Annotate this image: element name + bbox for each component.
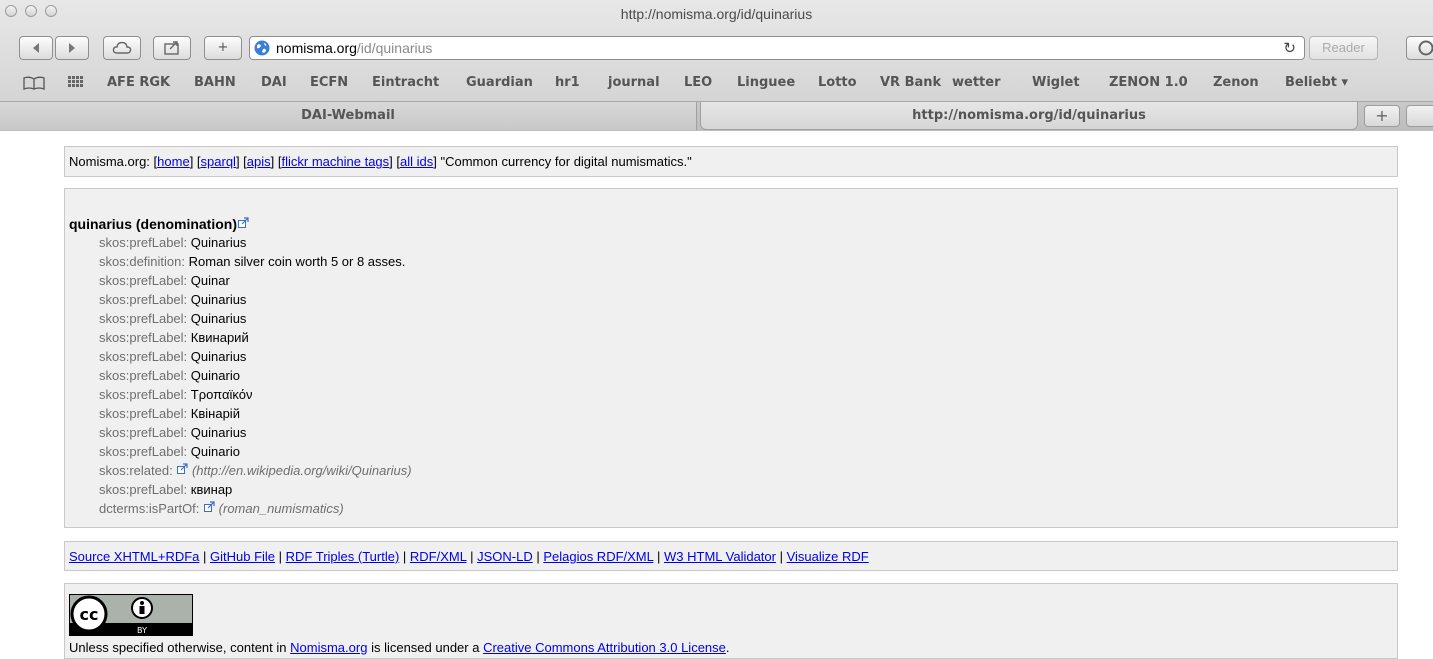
bookmark-item[interactable]: DAI	[261, 75, 287, 90]
icloud-tabs-button[interactable]	[103, 36, 141, 60]
toolbar: + nomisma.org/id/quinarius ↻ Reader	[0, 36, 1433, 64]
license-site-link[interactable]: Nomisma.org	[290, 640, 367, 655]
plus-icon: +	[1375, 106, 1389, 125]
property-row: skos:prefLabel: Квинарий	[99, 330, 249, 345]
entity-title-text: quinarius (denomination)	[69, 216, 237, 232]
bookmark-item[interactable]: wetter	[952, 75, 1000, 90]
format-link-github[interactable]: GitHub File	[210, 549, 275, 564]
share-button[interactable]	[153, 36, 191, 60]
tab-nomisma-quinarius[interactable]: http://nomisma.org/id/quinarius	[700, 102, 1358, 130]
nav-link-sparql[interactable]: sparql	[201, 154, 236, 169]
cc-by-license-badge[interactable]: cc BY	[69, 594, 193, 636]
bookmark-item[interactable]: Eintracht	[372, 75, 439, 90]
bookmark-item[interactable]: LEO	[684, 75, 712, 90]
cloud-icon	[112, 41, 132, 54]
url-host: nomisma.org	[276, 40, 357, 56]
format-link-turtle[interactable]: RDF Triples (Turtle)	[286, 549, 400, 564]
property-row: skos:prefLabel: Quinario	[99, 368, 240, 383]
bookmark-item[interactable]: Beliebt ▾	[1285, 75, 1348, 90]
property-row: skos:prefLabel: Квінарій	[99, 406, 240, 421]
bookmark-item[interactable]: VR Bank	[880, 75, 941, 90]
bookmark-item[interactable]: Wiglet	[1032, 75, 1080, 90]
property-row: skos:prefLabel: Quinar	[99, 273, 230, 288]
property-row: skos:definition: Roman silver coin worth…	[99, 254, 406, 269]
format-links: Source XHTML+RDFa | GitHub File | RDF Tr…	[64, 541, 1398, 571]
property-row: skos:prefLabel: квинар	[99, 482, 233, 497]
format-link-rdfxml[interactable]: RDF/XML	[410, 549, 467, 564]
forward-button[interactable]	[55, 36, 89, 60]
format-link-source[interactable]: Source XHTML+RDFa	[69, 549, 199, 564]
new-tab-button[interactable]: +	[1364, 105, 1400, 127]
license-panel: cc BY Unless specified otherwise, conten…	[64, 583, 1398, 659]
reading-list-icon[interactable]	[22, 75, 46, 91]
bookmark-item[interactable]: journal	[608, 75, 660, 90]
back-arrow-icon	[33, 43, 39, 53]
bookmark-item[interactable]: BAHN	[194, 75, 236, 90]
format-link-pelagios[interactable]: Pelagios RDF/XML	[543, 549, 653, 564]
related-link-text: (http://en.wikipedia.org/wiki/Quinarius)	[191, 463, 412, 478]
cc-badge-label: cc	[80, 605, 99, 624]
downloads-icon	[1418, 40, 1433, 56]
property-row: skos:related: (http://en.wikipedia.org/w…	[99, 463, 412, 478]
bookmark-item[interactable]: Lotto	[818, 75, 857, 90]
property-row: skos:prefLabel: Quinarius	[99, 292, 247, 307]
bookmark-item[interactable]: hr1	[555, 75, 580, 90]
tab-dai-webmail[interactable]: DAI-Webmail	[0, 102, 697, 130]
property-row: skos:prefLabel: Quinarius	[99, 349, 247, 364]
property-row: skos:prefLabel: Quinarius	[99, 311, 247, 326]
format-link-validator[interactable]: W3 HTML Validator	[664, 549, 776, 564]
site-label: Nomisma.org:	[69, 154, 150, 169]
format-link-visualize[interactable]: Visualize RDF	[787, 549, 869, 564]
part-of-link-text: (roman_numismatics)	[218, 501, 344, 516]
tab-bar: DAI-Webmail http://nomisma.org/id/quinar…	[0, 101, 1433, 131]
nav-link-apis[interactable]: apis	[247, 154, 271, 169]
site-nav: Nomisma.org: [home] [sparql] [apis] [fli…	[64, 146, 1398, 177]
bookmarks-bar: AFE RGK BAHN DAI ECFN Eintracht Guardian…	[0, 72, 1433, 94]
browser-chrome: http://nomisma.org/id/quinarius + nomism…	[0, 0, 1433, 131]
format-link-jsonld[interactable]: JSON-LD	[477, 549, 533, 564]
reader-button[interactable]: Reader	[1309, 36, 1378, 60]
property-row: skos:prefLabel: Quinario	[99, 444, 240, 459]
bookmark-item[interactable]: Linguee	[737, 75, 795, 90]
title-bar: http://nomisma.org/id/quinarius	[0, 0, 1433, 32]
by-badge-label: BY	[137, 626, 147, 635]
property-row: skos:prefLabel: Τροπαϊκόν	[99, 387, 253, 402]
tab-overview-button[interactable]	[1406, 105, 1433, 127]
reload-icon[interactable]: ↻	[1283, 39, 1296, 57]
back-button[interactable]	[19, 36, 53, 60]
property-row: dcterms:isPartOf: (roman_numismatics)	[99, 501, 344, 516]
property-row: skos:prefLabel: Quinarius	[99, 425, 247, 440]
nav-link-all-ids[interactable]: all ids	[400, 154, 433, 169]
license-statement: Unless specified otherwise, content in N…	[69, 640, 730, 655]
nav-link-flickr[interactable]: flickr machine tags	[282, 154, 390, 169]
url-path: /id/quinarius	[356, 40, 433, 56]
property-row: skos:prefLabel: Quinarius	[99, 235, 247, 250]
window-title: http://nomisma.org/id/quinarius	[620, 6, 813, 22]
tagline: "Common currency for digital numismatics…	[440, 154, 692, 169]
web-page: Nomisma.org: [home] [sparql] [apis] [fli…	[0, 131, 1433, 659]
nav-link-home[interactable]: home	[157, 154, 190, 169]
top-sites-grid-icon[interactable]	[67, 75, 85, 89]
entity-panel: quinarius (denomination) skos:prefLabel:…	[64, 188, 1398, 528]
bookmark-item[interactable]: ZENON 1.0	[1109, 75, 1188, 90]
address-bar[interactable]: nomisma.org/id/quinarius ↻	[249, 36, 1305, 60]
entity-title: quinarius (denomination)	[69, 216, 249, 232]
bookmark-item[interactable]: Guardian	[466, 75, 533, 90]
license-cc-link[interactable]: Creative Commons Attribution 3.0 License	[483, 640, 726, 655]
add-bookmark-button[interactable]: +	[204, 36, 242, 60]
bookmark-item[interactable]: AFE RGK	[107, 75, 170, 90]
share-icon	[164, 41, 179, 55]
bookmark-item[interactable]: Zenon	[1213, 75, 1259, 90]
forward-arrow-icon	[69, 43, 75, 53]
external-link-icon[interactable]	[177, 463, 188, 474]
external-link-icon[interactable]	[238, 217, 249, 228]
bookmark-item[interactable]: ECFN	[310, 75, 348, 90]
globe-icon	[254, 40, 270, 56]
external-link-icon[interactable]	[204, 501, 215, 512]
downloads-button[interactable]	[1406, 36, 1433, 60]
